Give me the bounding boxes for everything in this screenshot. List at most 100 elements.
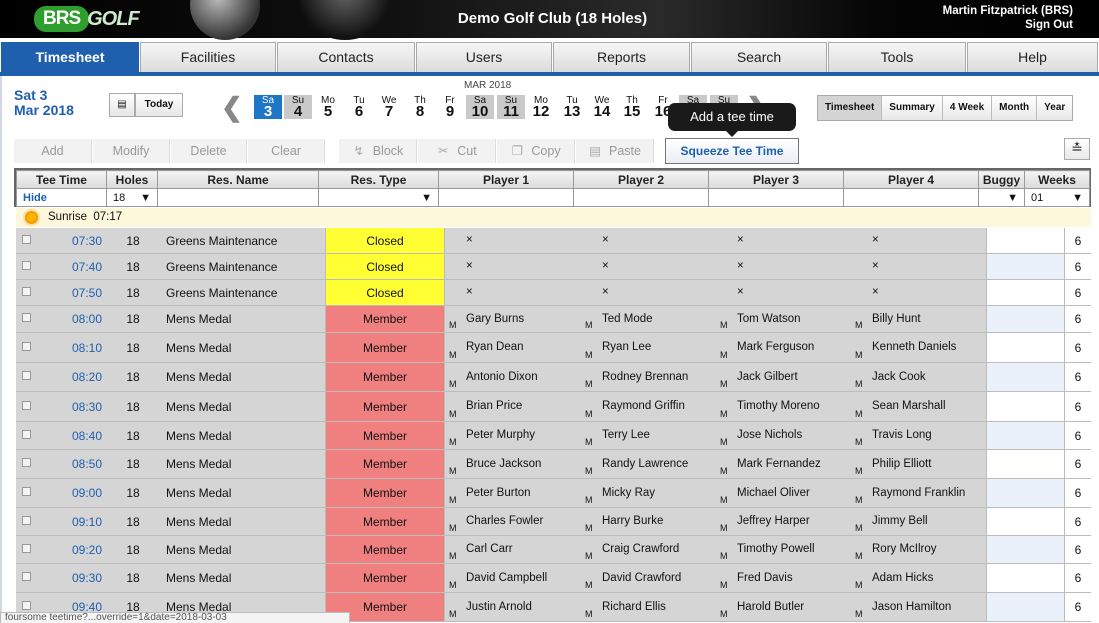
row-checkbox[interactable] [22,400,31,410]
player-slot-2[interactable]: M Terry Lee [582,422,718,449]
player-2-filter[interactable] [573,188,709,207]
block-button[interactable]: ↯ Block [339,139,417,163]
row-checkbox[interactable] [22,286,31,296]
col-player-1[interactable]: Player 1 [438,170,574,189]
buggy-cell[interactable] [986,508,1064,535]
col-player-2[interactable]: Player 2 [573,170,709,189]
tee-time[interactable]: 08:20 [36,363,102,391]
hide-link[interactable]: Hide [23,192,47,204]
player-slot-2[interactable]: M Richard Ellis [582,593,718,621]
res-type-filter-select[interactable]: ▼ [325,192,432,204]
paste-button[interactable]: ▤ Paste [576,139,654,163]
table-row[interactable]: 08:30 18 Mens Medal Member M Brian Price M Raym… [16,392,1091,422]
player-slot-1[interactable]: M Peter Murphy [446,422,582,449]
table-row[interactable]: 09:20 18 Mens Medal Member M Carl Carr M Craig … [16,536,1091,564]
tee-time[interactable]: 09:10 [36,508,102,535]
table-row[interactable]: 08:00 18 Mens Medal Member M Gary Burns M Ted M… [16,306,1091,333]
player-slot-4[interactable]: M Philip Elliott [852,450,988,478]
player-slot-2[interactable]: M Micky Ray [582,479,718,507]
player-slot-1[interactable]: M Antonio Dixon [446,363,582,391]
player-slot-3[interactable]: M Jeffrey Harper [717,508,853,535]
nav-reports[interactable]: Reports [553,42,690,72]
tee-time[interactable]: 08:50 [36,450,102,478]
clear-button[interactable]: Clear [248,139,325,163]
table-row[interactable]: 07:40 18 Greens Maintenance Closed × × × × 6 [16,254,1091,280]
tee-time[interactable]: 08:30 [36,392,102,421]
buggy-cell[interactable] [986,254,1064,279]
modify-button[interactable]: Modify [93,139,170,163]
player-slot-1[interactable]: M Gary Burns [446,306,582,332]
res-type-badge[interactable]: Member [325,333,445,362]
player-slot-4[interactable]: M Billy Hunt [852,306,988,332]
player-slot-3[interactable]: M Tom Watson [717,306,853,332]
res-type-badge[interactable]: Member [325,306,445,332]
player-slot-4[interactable]: × [852,254,988,279]
player-slot-1[interactable]: × [446,228,582,253]
player-slot-1[interactable]: × [446,280,582,305]
player-slot-3[interactable]: M Timothy Moreno [717,392,853,421]
day-5[interactable]: Mo 5 [314,95,342,119]
expand-chevron-icon[interactable]: ≛ [1064,138,1090,160]
player-slot-4[interactable]: M Sean Marshall [852,392,988,421]
day-3[interactable]: Sa 3 [254,95,282,119]
row-checkbox[interactable] [22,601,31,610]
tee-time[interactable]: 09:30 [36,564,102,592]
player-3-filter[interactable] [708,188,844,207]
nav-help[interactable]: Help [967,42,1098,72]
day-12[interactable]: Mo 12 [527,95,555,119]
day-9[interactable]: Fr 9 [436,95,464,119]
row-checkbox[interactable] [22,458,31,467]
tee-time[interactable]: 09:20 [36,536,102,563]
col-player-3[interactable]: Player 3 [708,170,844,189]
row-checkbox[interactable] [22,313,31,322]
res-type-badge[interactable]: Member [325,564,445,592]
col-buggy[interactable]: Buggy [978,170,1025,189]
day-11[interactable]: Su 11 [497,95,525,119]
row-checkbox[interactable] [22,543,31,553]
view-summary[interactable]: Summary [882,96,943,120]
prev-week-icon[interactable]: ❮ [221,92,243,123]
player-slot-3[interactable]: M Michael Oliver [717,479,853,507]
day-14[interactable]: We 14 [588,95,616,119]
res-type-badge[interactable]: Member [325,422,445,449]
res-type-badge[interactable]: Member [325,536,445,563]
player-slot-4[interactable]: × [852,280,988,305]
player-slot-2[interactable]: M Randy Lawrence [582,450,718,478]
buggy-cell[interactable] [986,593,1064,621]
player-slot-4[interactable]: M Jimmy Bell [852,508,988,535]
res-type-badge[interactable]: Member [325,450,445,478]
buggy-cell[interactable] [986,536,1064,563]
add-button[interactable]: Add [14,139,92,163]
squeeze-tee-time-button[interactable]: Squeeze Tee Time [665,138,799,164]
day-13[interactable]: Tu 13 [558,95,586,119]
res-type-badge[interactable]: Member [325,479,445,507]
player-slot-2[interactable]: M David Crawford [582,564,718,592]
col-holes[interactable]: Holes [106,170,158,189]
table-row[interactable]: 09:10 18 Mens Medal Member M Charles Fowler M H… [16,508,1091,536]
today-button[interactable]: Today [135,93,183,117]
row-checkbox[interactable] [22,260,31,270]
player-slot-1[interactable]: M Peter Burton [446,479,582,507]
row-checkbox[interactable] [22,371,31,380]
player-slot-4[interactable]: M Rory McIlroy [852,536,988,563]
table-row[interactable]: 07:30 18 Greens Maintenance Closed × × × × 6 [16,228,1091,254]
nav-tools[interactable]: Tools [828,42,966,72]
player-slot-2[interactable]: M Raymond Griffin [582,392,718,421]
nav-timesheet[interactable]: Timesheet [1,42,139,72]
player-slot-1[interactable]: M Brian Price [446,392,582,421]
player-slot-2[interactable]: M Ted Mode [582,306,718,332]
tee-time[interactable]: 07:50 [36,280,102,305]
day-15[interactable]: Th 15 [618,95,646,119]
res-type-badge[interactable]: Member [325,392,445,421]
player-slot-3[interactable]: M Mark Ferguson [717,333,853,362]
view-timesheet[interactable]: Timesheet [818,96,883,120]
calendar-icon[interactable]: ▤ [109,93,135,117]
row-checkbox[interactable] [22,487,31,496]
player-slot-3[interactable]: × [717,254,853,279]
buggy-cell[interactable] [986,392,1064,421]
table-row[interactable]: 09:00 18 Mens Medal Member M Peter Burton M Mic… [16,479,1091,508]
player-slot-3[interactable]: × [717,228,853,253]
row-checkbox[interactable] [22,341,31,351]
col-weeks[interactable]: Weeks [1024,170,1090,189]
buggy-filter-select[interactable]: ▼ [985,192,1018,204]
